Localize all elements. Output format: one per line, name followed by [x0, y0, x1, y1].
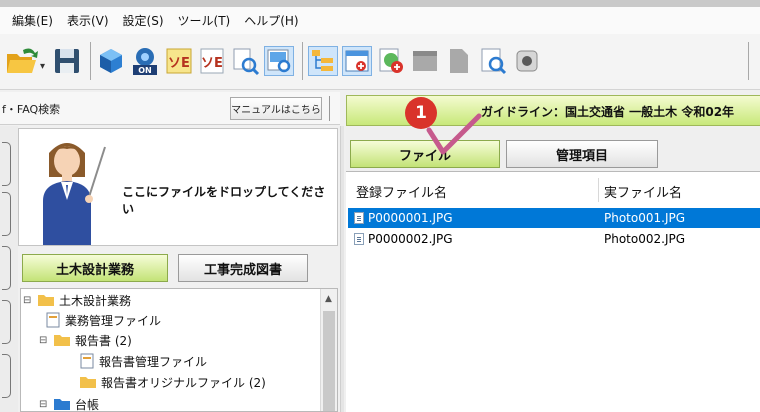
drop-instruction: ここにファイルをドロップしてください	[122, 185, 326, 216]
tree-node-hokokusho-original[interactable]: 報告書オリジナルファイル (2)	[79, 372, 266, 392]
folder-icon	[54, 335, 70, 346]
tab-koji-kansei[interactable]: 工事完成図書	[178, 254, 308, 282]
tree-node-hokokusho[interactable]: ⊟ 報告書 (2)	[39, 330, 132, 350]
menu-settings[interactable]: 設定(S)	[123, 12, 164, 29]
faq-bar: f・FAQ検索 マニュアルはこちら	[0, 92, 340, 125]
tree-icon[interactable]	[308, 46, 338, 76]
tree-node-hokokusho-kanri[interactable]: 報告書管理ファイル	[79, 351, 207, 371]
globe-icon[interactable]	[376, 46, 406, 76]
device-icon[interactable]	[512, 46, 542, 76]
menu-tools[interactable]: ツール(T)	[178, 12, 231, 29]
tree-node-root[interactable]: ⊟ 土木設計業務	[23, 290, 131, 310]
file-row[interactable]: P0000001.JPG Photo001.JPG	[348, 208, 760, 228]
file-row[interactable]: P0000002.JPG Photo002.JPG	[348, 229, 760, 249]
folder-icon	[38, 295, 54, 306]
document-icon	[46, 312, 60, 328]
collapse-icon[interactable]: ⊟	[39, 399, 53, 410]
tree-node-gyomu-kanri[interactable]: 業務管理ファイル	[45, 310, 161, 330]
column-header-real-name[interactable]: 実ファイル名	[604, 182, 682, 201]
svg-text:▾: ▾	[40, 61, 45, 72]
toolbar: ▾ ON ソE ソE	[0, 34, 760, 90]
menu-bar: 編集(E) 表示(V) 設定(S) ツール(T) ヘルプ(H)	[0, 7, 760, 34]
3d-icon[interactable]	[96, 46, 126, 76]
title-strip	[0, 0, 760, 7]
window-icon[interactable]	[342, 46, 372, 76]
left-tabs: 土木設計業務 工事完成図書	[18, 250, 338, 286]
gray-window-icon[interactable]	[410, 46, 440, 76]
real-file-name: Photo002.JPG	[604, 232, 686, 246]
file-icon	[354, 233, 364, 245]
menu-help[interactable]: ヘルプ(H)	[244, 12, 298, 29]
zoom-doc-icon[interactable]	[478, 46, 508, 76]
step-callout-badge: 1	[405, 97, 437, 129]
document-icon	[80, 353, 94, 369]
tab-kanri-komoku[interactable]: 管理項目	[506, 140, 658, 168]
open-folder-icon[interactable]: ▾	[6, 46, 46, 76]
file-list: 登録ファイル名 実ファイル名 P0000001.JPG Photo001.JPG…	[346, 172, 760, 412]
gray-doc-icon[interactable]	[444, 46, 474, 76]
menu-view[interactable]: 表示(V)	[67, 12, 109, 29]
search-icon[interactable]	[230, 46, 260, 76]
file-name: P0000002.JPG	[368, 232, 453, 246]
collapse-icon[interactable]: ⊟	[39, 335, 53, 346]
collapse-icon[interactable]: ⊟	[23, 295, 37, 306]
svg-text:ソE: ソE	[201, 56, 223, 71]
column-header-registered-name[interactable]: 登録ファイル名	[356, 182, 447, 201]
pane-splitter[interactable]	[340, 126, 344, 412]
ye-icon[interactable]: ソE	[164, 46, 194, 76]
right-tabs: ファイル 管理項目	[346, 128, 760, 172]
on-icon[interactable]: ON	[130, 46, 160, 76]
assistant-character	[43, 143, 106, 245]
ye-icon[interactable]: ソE	[196, 46, 226, 76]
manual-button[interactable]: マニュアルはこちら	[230, 97, 322, 120]
tab-doboku-sekkei[interactable]: 土木設計業務	[22, 254, 168, 282]
file-icon	[354, 212, 364, 224]
scrollbar-thumb[interactable]	[323, 311, 335, 411]
file-name: P0000001.JPG	[368, 211, 453, 225]
file-drop-area[interactable]: ここにファイルをドロップしてください	[18, 128, 338, 246]
menu-edit[interactable]: 編集(E)	[12, 12, 53, 29]
tree-node-daicho[interactable]: ⊟ 台帳	[39, 394, 99, 412]
left-ruler	[0, 126, 18, 412]
tree-scrollbar[interactable]: ▲	[320, 289, 337, 411]
guideline-text: ガイドライン：国土交通省 一般土木 令和02年	[481, 105, 735, 119]
folder-tree[interactable]: ⊟ 土木設計業務 業務管理ファイル ⊟ 報告書 (2) 報告書管理ファイル 報告…	[20, 288, 338, 412]
preview-icon[interactable]	[264, 46, 294, 76]
faq-search-link[interactable]: f・FAQ検索	[2, 101, 60, 117]
save-icon[interactable]	[52, 46, 82, 76]
folder-icon	[54, 399, 70, 410]
folder-icon	[80, 377, 96, 388]
svg-text:ソE: ソE	[168, 56, 190, 71]
scroll-up-icon[interactable]: ▲	[325, 294, 332, 304]
svg-text:ON: ON	[138, 66, 152, 75]
real-file-name: Photo001.JPG	[604, 211, 686, 225]
